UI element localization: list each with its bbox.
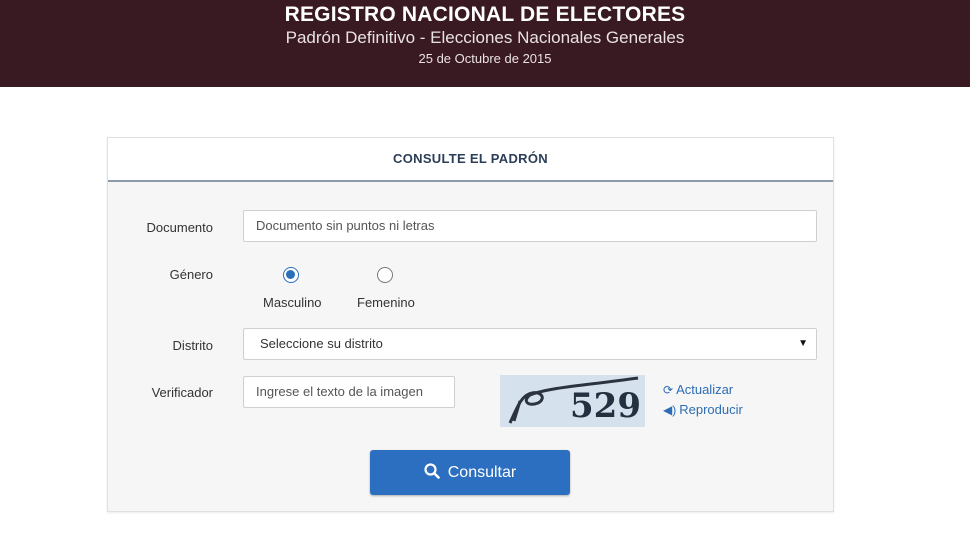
distrito-selected: Seleccione su distrito bbox=[260, 336, 383, 351]
documento-input[interactable]: Documento sin puntos ni letras bbox=[243, 210, 817, 242]
distrito-label: Distrito bbox=[172, 338, 213, 353]
documento-placeholder: Documento sin puntos ni letras bbox=[256, 218, 435, 233]
page-title: REGISTRO NACIONAL DE ELECTORES bbox=[284, 3, 686, 26]
audio-label: Reproducir bbox=[679, 402, 743, 417]
radio-femenino-label[interactable]: Femenino bbox=[357, 295, 415, 310]
verificador-placeholder: Ingrese el texto de la imagen bbox=[256, 384, 423, 399]
documento-label: Documento bbox=[146, 220, 213, 235]
radio-femenino[interactable] bbox=[377, 267, 393, 283]
panel-title: CONSULTE EL PADRÓN bbox=[393, 151, 548, 166]
captcha-text: 529 bbox=[570, 386, 641, 426]
verificador-input[interactable]: Ingrese el texto de la imagen bbox=[243, 376, 455, 408]
refresh-icon: ⟳ bbox=[663, 383, 674, 397]
consultar-label: Consultar bbox=[447, 464, 517, 481]
genero-label: Género bbox=[169, 267, 213, 282]
captcha-graphic: 529 bbox=[500, 375, 645, 427]
page-subtitle: Padrón Definitivo - Elecciones Nacionale… bbox=[285, 28, 685, 47]
radio-masculino-label[interactable]: Masculino bbox=[263, 295, 322, 310]
refresh-captcha-link[interactable]: ⟳ Actualizar bbox=[663, 382, 733, 397]
search-icon bbox=[424, 463, 440, 479]
refresh-label: Actualizar bbox=[676, 382, 734, 397]
radio-masculino[interactable] bbox=[283, 267, 299, 283]
consultar-button[interactable]: Consultar bbox=[370, 450, 570, 495]
panel-header: CONSULTE EL PADRÓN bbox=[108, 138, 833, 182]
distrito-select[interactable]: Seleccione su distrito ▼ bbox=[243, 328, 817, 360]
verificador-label: Verificador bbox=[151, 385, 213, 400]
captcha-image: 529 bbox=[500, 375, 645, 427]
speaker-icon: ◀) bbox=[663, 403, 677, 417]
chevron-down-icon: ▼ bbox=[798, 338, 808, 349]
page-header: REGISTRO NACIONAL DE ELECTORES Padrón De… bbox=[0, 0, 970, 87]
play-audio-link[interactable]: ◀) Reproducir bbox=[663, 402, 743, 417]
election-date: 25 de Octubre de 2015 bbox=[418, 51, 552, 66]
